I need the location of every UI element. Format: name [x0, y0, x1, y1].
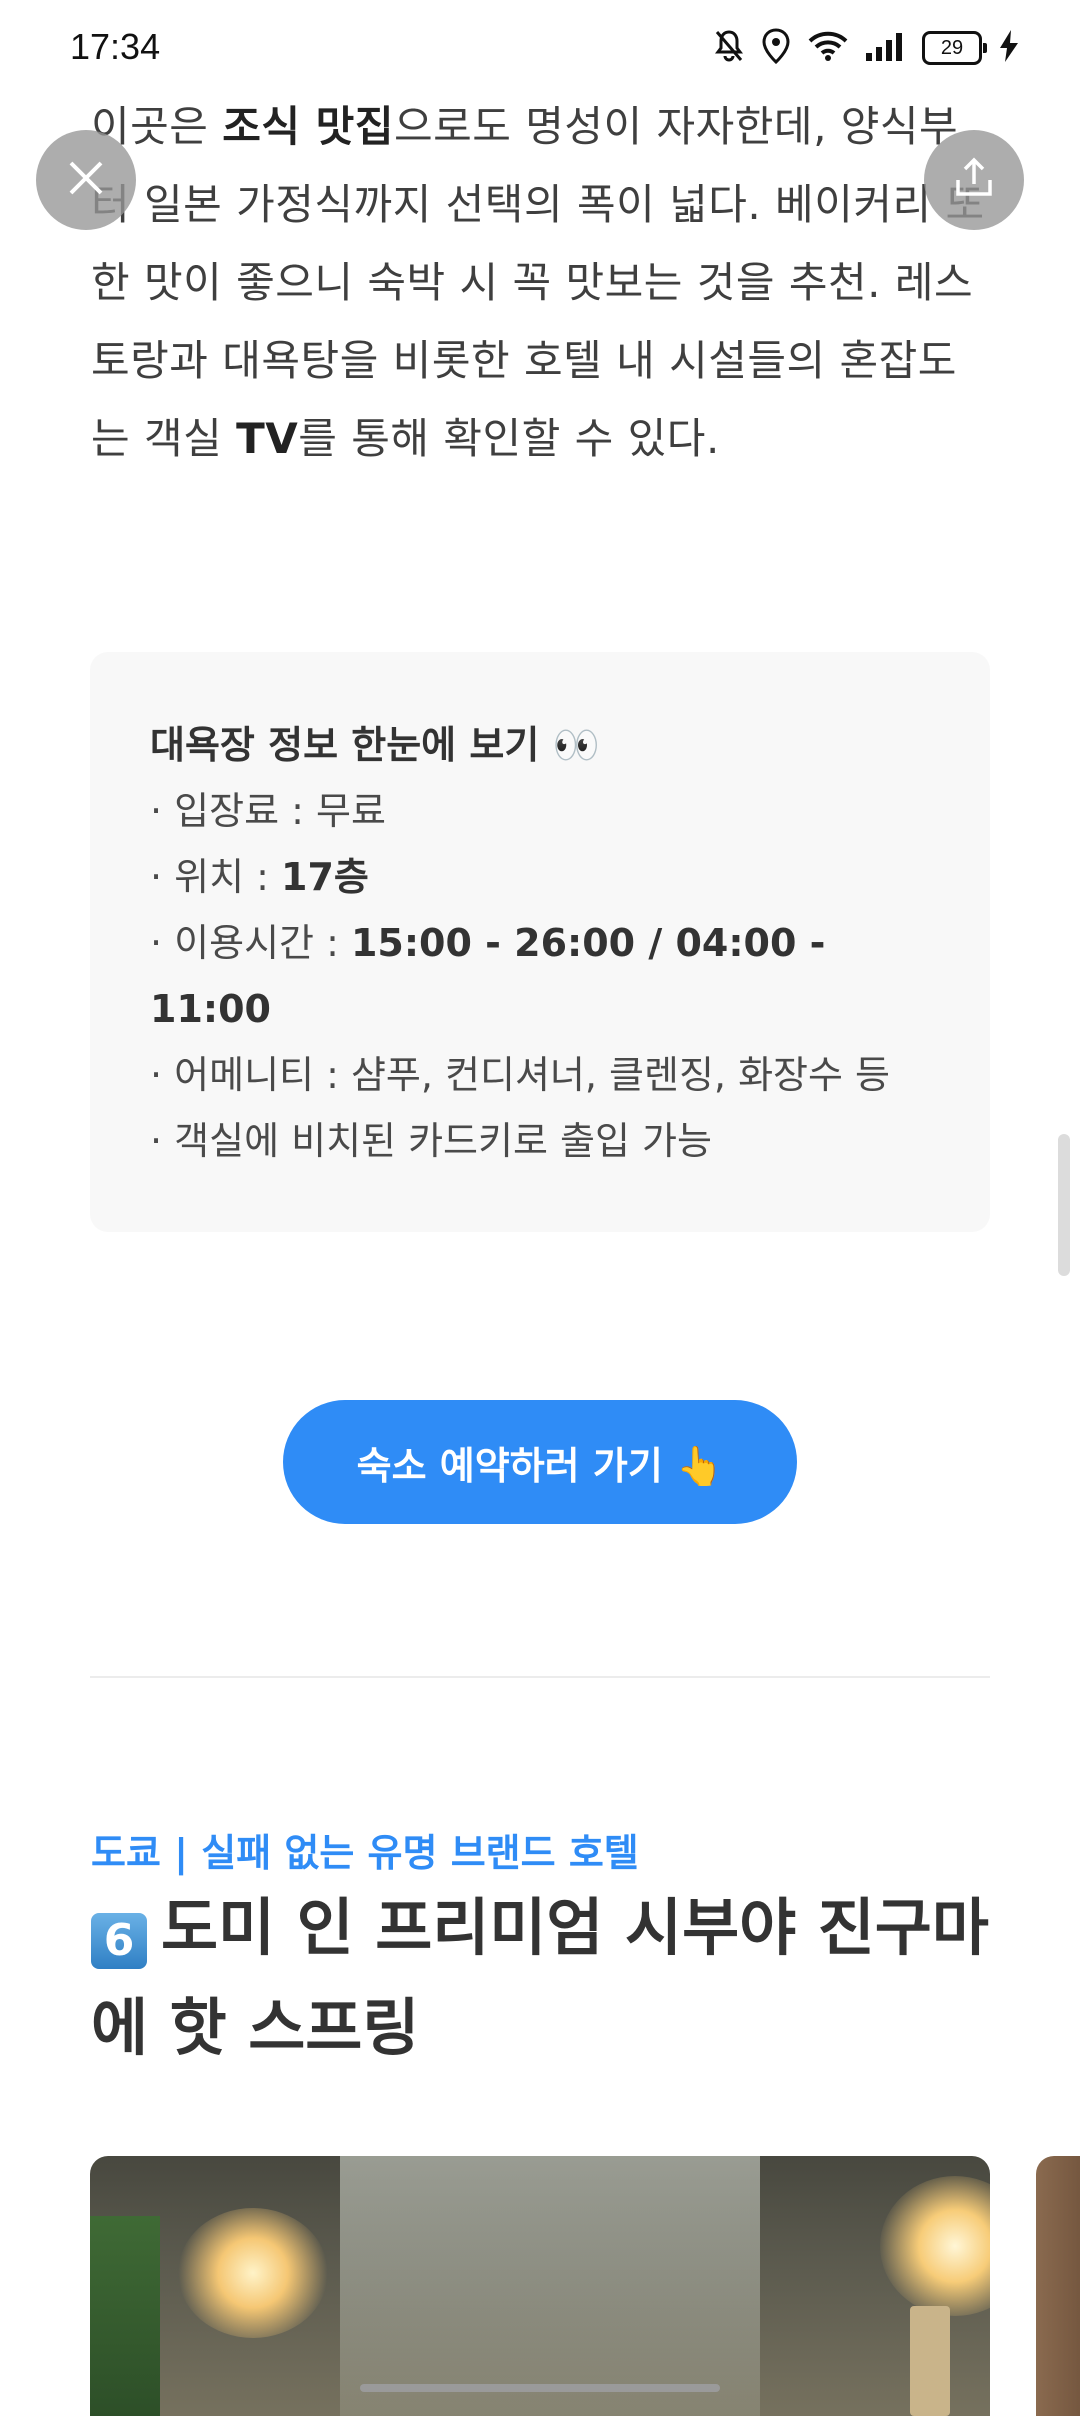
next-photo-peek[interactable] — [1036, 2156, 1080, 2416]
info-value: 17층 — [281, 855, 369, 899]
status-icons: 29 — [714, 28, 1018, 68]
status-time: 17:34 — [70, 26, 161, 67]
location-icon — [762, 28, 790, 68]
charging-icon — [1000, 30, 1018, 66]
info-label: · 입장료 : — [150, 789, 316, 833]
info-box-title: 대욕장 정보 한눈에 보기 👀 — [150, 723, 600, 767]
section-tag: 도쿄 | 실패 없는 유명 브랜드 호텔 — [91, 1831, 639, 1875]
signal-icon — [866, 31, 904, 65]
info-item-hours: · 이용시간 : 15:00 - 26:00 / 04:00 - 11:00 — [150, 910, 930, 1042]
bell-off-icon — [714, 29, 744, 67]
section-divider — [90, 1676, 990, 1678]
article-paragraph: 이곳은 조식 맛집으로도 명성이 자자한데, 양식부터 일본 가정식까지 선택의… — [91, 88, 991, 478]
info-item-location: · 위치 : 17층 — [150, 844, 930, 910]
wifi-icon — [808, 30, 848, 66]
hotel-photo[interactable] — [90, 2156, 990, 2416]
lamp-glow — [178, 2208, 328, 2338]
info-label: · 이용시간 : — [150, 921, 351, 965]
info-value: 샴푸, 컨디셔너, 클렌징, 화장수 등 — [350, 1053, 891, 1097]
paragraph-highlight: 조식 맛집 — [222, 102, 394, 151]
paragraph-highlight: TV — [236, 414, 299, 463]
hotel-name: 도미 인 프리미엄 시부야 진구마에 핫 스프링 — [91, 1891, 989, 2064]
share-icon — [952, 156, 996, 204]
info-value: 무료 — [316, 789, 386, 833]
info-item-fee: · 입장료 : 무료 — [150, 778, 930, 844]
info-label: · 객실에 비치된 카드키로 출입 가능 — [150, 1119, 712, 1163]
info-item-amenities: · 어메니티 : 샴푸, 컨디셔너, 클렌징, 화장수 등 — [150, 1042, 930, 1108]
paragraph-text: 를 통해 확인할 수 있다. — [298, 414, 720, 463]
info-list: · 입장료 : 무료 · 위치 : 17층 · 이용시간 : 15:00 - 2… — [150, 778, 930, 1174]
book-stay-button[interactable]: 숙소 예약하러 가기 👆 — [283, 1400, 797, 1524]
share-button[interactable] — [924, 130, 1024, 230]
ceiling-panel — [340, 2156, 760, 2416]
info-item-access: · 객실에 비치된 카드키로 출입 가능 — [150, 1108, 930, 1174]
scrollbar-thumb[interactable] — [1058, 1134, 1070, 1276]
plant — [90, 2216, 160, 2416]
keycap-number-icon: 6 — [91, 1913, 147, 1969]
info-label: · 위치 : — [150, 855, 282, 899]
paragraph-text: 으로도 명성이 자자한데, 양식부터 일본 가정식까지 선택의 폭이 넓다. 베… — [91, 102, 985, 463]
close-button[interactable] — [36, 130, 136, 230]
home-indicator[interactable] — [360, 2384, 720, 2392]
section-title: 6 도미 인 프리미엄 시부야 진구마에 핫 스프링 — [91, 1878, 991, 2078]
lamp-glow — [880, 2176, 990, 2316]
bath-info-box: 대욕장 정보 한눈에 보기 👀 · 입장료 : 무료 · 위치 : 17층 · … — [90, 652, 990, 1232]
info-label: · 어메니티 : — [150, 1053, 351, 1097]
close-icon — [67, 159, 105, 201]
status-bar: 17:34 29 — [0, 0, 1080, 96]
battery-icon: 29 — [922, 31, 987, 65]
